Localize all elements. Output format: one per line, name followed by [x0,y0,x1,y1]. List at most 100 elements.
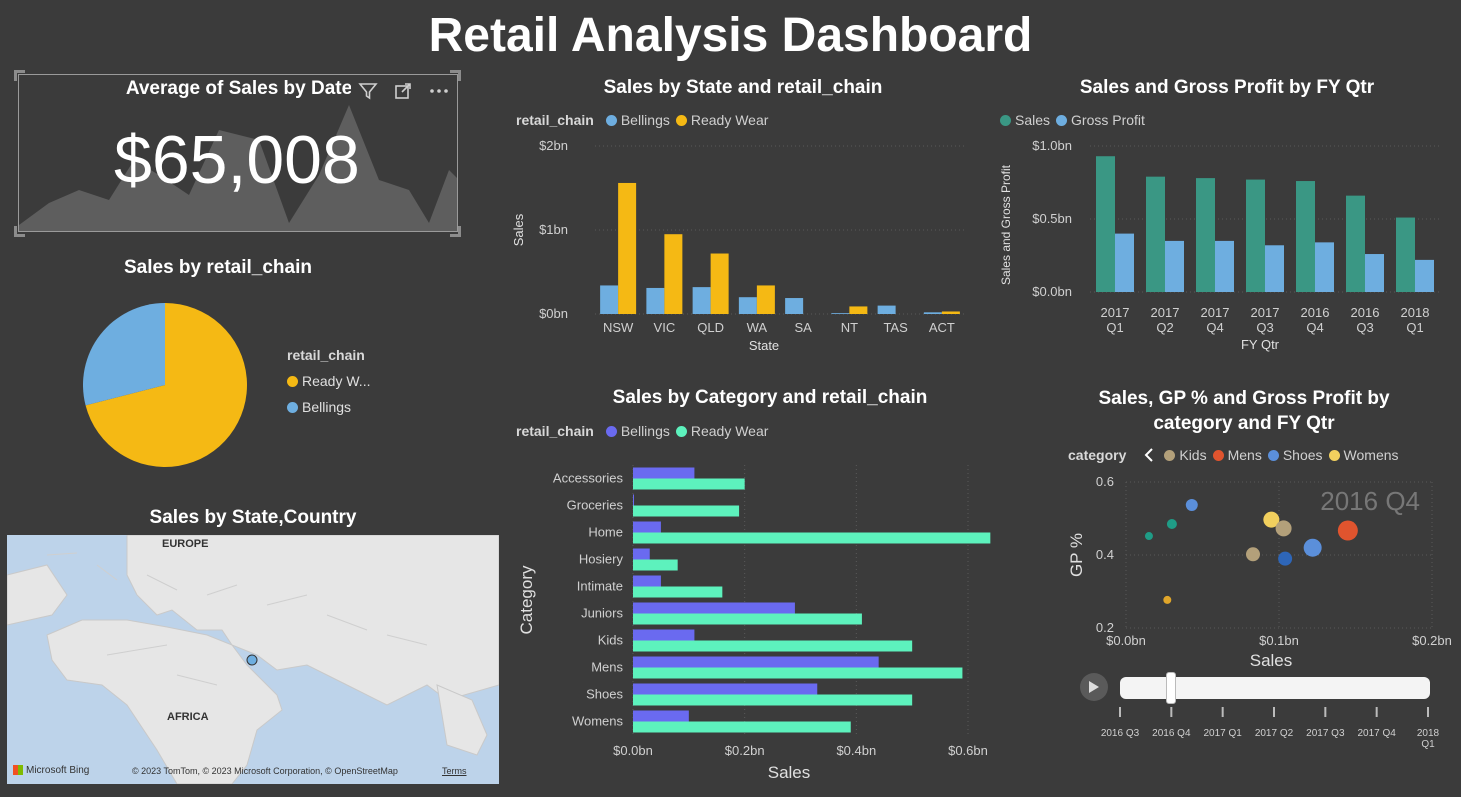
scatter-point [1337,520,1358,541]
x-tick-label: 2017 [1201,305,1230,320]
fy-chart-title: Sales and Gross Profit by FY Qtr [1079,77,1375,98]
period-label[interactable]: 2016 Q4 [1146,728,1196,739]
x-axis-label: FY Qtr [1241,337,1280,352]
category-bar-chart[interactable]: $0.0bn $0.2bn $0.4bn $0.6bn Accessories Groce… [505,455,995,790]
x-tick-label: WA [747,320,768,335]
play-axis-thumb[interactable] [1166,672,1176,704]
filter-icon[interactable] [358,81,379,106]
legend-label[interactable]: Bellings [621,112,670,128]
x-tick-label: $0.2bn [725,743,765,758]
legend-label[interactable]: Kids [1179,447,1206,463]
resize-handle[interactable] [14,226,25,237]
map-terms-link[interactable]: Terms [442,766,467,776]
period-label[interactable]: 2017 Q4 [1352,728,1402,739]
bar [831,313,850,314]
play-icon[interactable] [1080,673,1108,701]
x-tick-label: TAS [883,320,908,335]
y-tick-label: $0bn [539,306,568,321]
more-options-icon[interactable] [428,81,450,106]
category-chart-legend: retail_chain Bellings Ready Wear [516,423,768,439]
focus-mode-icon[interactable] [393,81,413,106]
legend-label[interactable]: Sales [1015,112,1050,128]
pie-legend-item[interactable]: Bellings [287,399,370,415]
kpi-value: $65,008 [114,122,360,198]
visual-header-toolbar [351,79,457,107]
x-tick-label: Q2 [1156,320,1173,335]
y-tick-label: $1bn [539,222,568,237]
scatter-chart-title: Sales, GP % and Gross Profit by category… [1059,386,1429,436]
bar [692,287,711,314]
x-tick-label: Q1 [1406,320,1423,335]
bar [1096,156,1115,292]
resize-handle[interactable] [14,70,25,81]
period-label[interactable]: 2018 Q1 [1413,728,1443,750]
scatter-title-line: Sales, GP % and Gross Profit by [1098,388,1390,409]
bar [633,629,695,641]
x-tick-label: $0.0bn [1106,633,1146,648]
bar [633,494,634,506]
x-tick-label: 2018 [1401,305,1430,320]
x-tick-label: NSW [603,320,634,335]
bar [633,586,723,598]
bar [1365,254,1384,292]
scatter-point [1144,532,1153,541]
period-label[interactable]: 2017 Q2 [1249,728,1299,739]
legend-label[interactable]: Mens [1228,447,1262,463]
kpi-card[interactable]: Average of Sales by Date $65,008 [18,74,458,232]
scatter-chart[interactable]: 2016 Q40.60.40.2$0.0bn $0.1bn $0.2bnSalesG… [1062,470,1457,670]
legend-label[interactable]: Bellings [621,423,670,439]
x-tick-label: Q4 [1206,320,1223,335]
bar [1146,176,1165,292]
scatter-chart-legend: category Kids Mens Shoes Womens [1068,447,1399,463]
bar [633,683,818,695]
legend-label[interactable]: Shoes [1283,447,1323,463]
bar [633,548,650,560]
bar [785,298,804,314]
scatter-point [1303,538,1322,557]
x-tick-label: QLD [697,320,724,335]
bar [633,710,689,722]
watermark-label: 2016 Q4 [1320,486,1420,516]
play-axis-ticks [1119,707,1429,717]
bing-logo: Microsoft Bing [13,765,89,776]
bar [710,253,729,314]
state-chart-legend: retail_chain Bellings Ready Wear [516,112,768,128]
legend-label: Bellings [302,399,352,415]
legend-label[interactable]: Womens [1344,447,1399,463]
scatter-point [1278,551,1293,566]
state-bar-chart[interactable]: $0bn $1bn $2bn NSW VIC QLD WA SA NT TAS ACT State Sa… [505,135,975,360]
x-tick-label: 2017 [1251,305,1280,320]
legend-label[interactable]: Ready Wear [691,423,769,439]
legend-dot [1000,114,1011,126]
x-tick-label: NT [841,320,858,335]
legend-dot [1212,449,1224,461]
resize-handle[interactable] [450,226,461,237]
legend-label[interactable]: Gross Profit [1071,112,1145,128]
legend-dot [287,401,298,413]
bar [646,287,665,314]
legend-label[interactable]: Ready Wear [691,112,769,128]
legend-title: category [1068,447,1127,463]
pie-legend-item[interactable]: Ready W... [287,373,370,389]
map-visual[interactable]: EUROPE AFRICA Microsoft Bing © 2023 TomT… [7,535,499,784]
period-label[interactable]: 2017 Q1 [1198,728,1248,739]
period-label[interactable]: 2017 Q3 [1300,728,1350,739]
legend-prev-icon[interactable] [1144,447,1154,463]
period-label[interactable]: 2016 Q3 [1095,728,1145,739]
map-title: Sales by State,Country [149,507,357,528]
bar [849,306,868,314]
state-chart-title: Sales by State and retail_chain [603,77,883,98]
bar [877,305,896,314]
legend-dot [287,375,298,387]
x-tick-label: ACT [929,320,955,335]
y-tick-label: Intimate [577,579,623,594]
bar [633,521,661,533]
fy-bar-chart[interactable]: $0.0bn$0.5bn$1.0bn2017Q12017Q22017Q42017… [995,135,1455,360]
legend-label: Ready W... [302,373,371,389]
scatter-point [1163,595,1172,604]
y-tick-label: 0.6 [1096,474,1114,489]
resize-handle[interactable] [450,70,461,81]
pie-chart[interactable] [80,300,250,470]
x-tick-label: $0.4bn [836,743,876,758]
pie-legend: retail_chain Ready W... Bellings [287,347,370,425]
